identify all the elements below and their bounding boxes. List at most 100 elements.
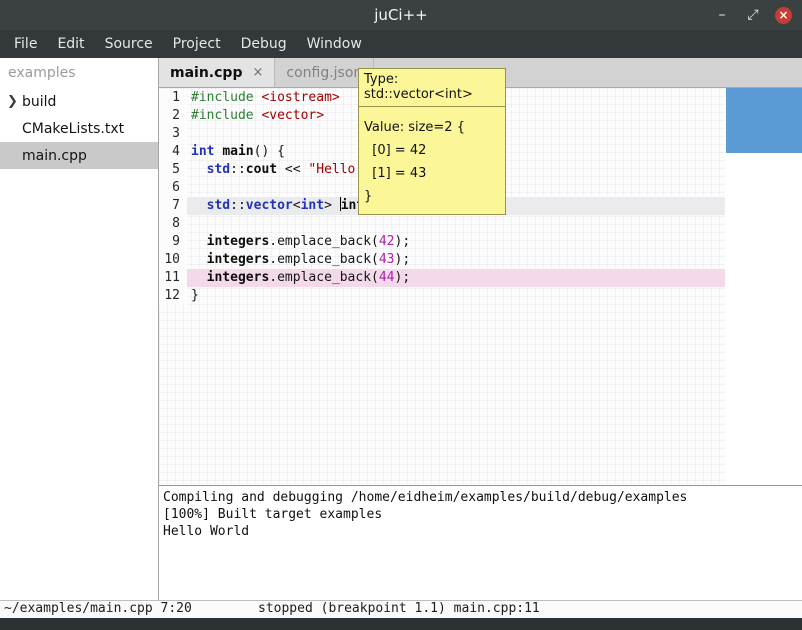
- code-text[interactable]: }: [187, 287, 725, 305]
- code-token: >: [324, 198, 340, 213]
- tab-label: main.cpp: [170, 65, 242, 81]
- maximize-button[interactable]: ⤢: [744, 6, 762, 24]
- code-text[interactable]: integers.emplace_back(43);: [187, 251, 725, 269]
- stopped-line-code[interactable]: integers.emplace_back(44);: [187, 269, 725, 287]
- code-token: .emplace_back(: [269, 270, 379, 285]
- output-line: Hello World: [163, 523, 798, 540]
- code-token: [191, 198, 207, 213]
- code-token: .emplace_back(: [269, 252, 379, 267]
- code-token: std: [207, 162, 230, 177]
- chevron-right-icon[interactable]: ❯: [7, 94, 22, 109]
- line-number: 3: [159, 125, 187, 143]
- tooltip-value-line: [0] = 42: [364, 139, 500, 162]
- menu-item-debug[interactable]: Debug: [231, 30, 297, 58]
- project-name-header: examples: [0, 58, 158, 88]
- menu-item-window[interactable]: Window: [297, 30, 372, 58]
- window-controls: – ⤢ ×: [713, 6, 802, 24]
- line-number: 10: [159, 251, 187, 269]
- code-token: [191, 252, 207, 267]
- code-token: vector: [246, 198, 293, 213]
- menu-item-project[interactable]: Project: [163, 30, 231, 58]
- app-window: juCi++ – ⤢ × FileEditSourceProjectDebugW…: [0, 0, 802, 630]
- file-sidebar: examples ❯build CMakeLists.txt main.cpp: [0, 58, 159, 600]
- tooltip-value-line: [1] = 43: [364, 162, 500, 185]
- status-debug-state: stopped (breakpoint 1.1) main.cpp:11: [258, 601, 540, 616]
- line-number: 5: [159, 161, 187, 179]
- line-number: 12: [159, 287, 187, 305]
- code-token: );: [395, 252, 411, 267]
- tree-item-label: build: [22, 94, 56, 110]
- title-bar: juCi++ – ⤢ ×: [0, 0, 802, 30]
- code-token: );: [395, 270, 411, 285]
- code-token: <<: [277, 162, 308, 177]
- code-token: integers: [207, 252, 270, 267]
- code-token: .emplace_back(: [269, 234, 379, 249]
- tooltip-value-line: Value: size=2 {: [364, 116, 500, 139]
- tree-item-build[interactable]: ❯build: [0, 88, 158, 115]
- scroll-overview[interactable]: [725, 88, 802, 485]
- line-number: 1: [159, 89, 187, 107]
- code-line[interactable]: 11 integers.emplace_back(44);: [159, 269, 725, 287]
- code-line[interactable]: 8: [159, 215, 725, 233]
- debug-value-tooltip: Type: std::vector<int> Value: size=2 { […: [358, 68, 506, 215]
- code-token: [191, 162, 207, 177]
- close-button[interactable]: ×: [775, 7, 792, 24]
- code-token: cout: [246, 162, 277, 177]
- code-token: <: [293, 198, 301, 213]
- bottom-window-edge: [0, 618, 802, 630]
- tree-item-cmakelists-txt[interactable]: CMakeLists.txt: [0, 115, 158, 142]
- code-text[interactable]: integers.emplace_back(42);: [187, 233, 725, 251]
- tree-item-label: main.cpp: [22, 148, 87, 164]
- code-text[interactable]: [187, 215, 725, 233]
- code-token: <iostream>: [261, 90, 339, 105]
- code-token: #include: [191, 108, 254, 123]
- code-token: integers: [207, 270, 270, 285]
- window-title: juCi++: [0, 6, 802, 24]
- line-number: 11: [159, 269, 187, 287]
- code-token: int: [301, 198, 324, 213]
- code-token: 44: [379, 270, 395, 285]
- tooltip-type-line: Type: std::vector<int>: [358, 68, 506, 107]
- tree-item-main-cpp[interactable]: main.cpp: [0, 142, 158, 169]
- code-token: int: [191, 144, 214, 159]
- menu-item-source[interactable]: Source: [95, 30, 163, 58]
- code-line[interactable]: 12}: [159, 287, 725, 305]
- code-token: }: [191, 288, 199, 303]
- menu-bar: FileEditSourceProjectDebugWindow: [0, 30, 802, 58]
- code-token: #include: [191, 90, 254, 105]
- output-line: [100%] Built target examples: [163, 506, 798, 523]
- code-token: ::: [230, 198, 246, 213]
- output-panel: Compiling and debugging /home/eidheim/ex…: [159, 485, 802, 600]
- line-number: 9: [159, 233, 187, 251]
- code-token: integers: [207, 234, 270, 249]
- tab-close-icon[interactable]: ×: [252, 65, 263, 80]
- code-token: ::: [230, 162, 246, 177]
- output-line: Compiling and debugging /home/eidheim/ex…: [163, 489, 798, 506]
- minimize-button[interactable]: –: [713, 6, 731, 24]
- code-token: std: [207, 198, 230, 213]
- minimap-block[interactable]: [726, 88, 802, 153]
- code-line[interactable]: 9 integers.emplace_back(42);: [159, 233, 725, 251]
- code-token: 42: [379, 234, 395, 249]
- code-token: 43: [379, 252, 395, 267]
- line-number: 7: [159, 197, 187, 215]
- status-bar: ~/examples/main.cpp 7:20 stopped (breakp…: [0, 600, 802, 618]
- line-number: 4: [159, 143, 187, 161]
- tab-label: config.json: [286, 65, 362, 81]
- tree-item-label: CMakeLists.txt: [22, 121, 124, 137]
- code-token: () {: [254, 144, 285, 159]
- menu-item-file[interactable]: File: [4, 30, 47, 58]
- code-token: <vector>: [261, 108, 324, 123]
- tab-main-cpp[interactable]: main.cpp ×: [159, 58, 275, 87]
- tooltip-value-line: }: [364, 185, 500, 208]
- status-file-position: ~/examples/main.cpp 7:20: [4, 601, 192, 616]
- project-tree: ❯build CMakeLists.txt main.cpp: [0, 88, 158, 169]
- code-token: [191, 234, 207, 249]
- menu-item-edit[interactable]: Edit: [47, 30, 94, 58]
- tooltip-value-block: Value: size=2 { [0] = 42 [1] = 43}: [358, 107, 506, 215]
- code-line[interactable]: 10 integers.emplace_back(43);: [159, 251, 725, 269]
- line-number: 8: [159, 215, 187, 233]
- line-number: 6: [159, 179, 187, 197]
- code-token: main: [222, 144, 253, 159]
- code-token: [191, 270, 207, 285]
